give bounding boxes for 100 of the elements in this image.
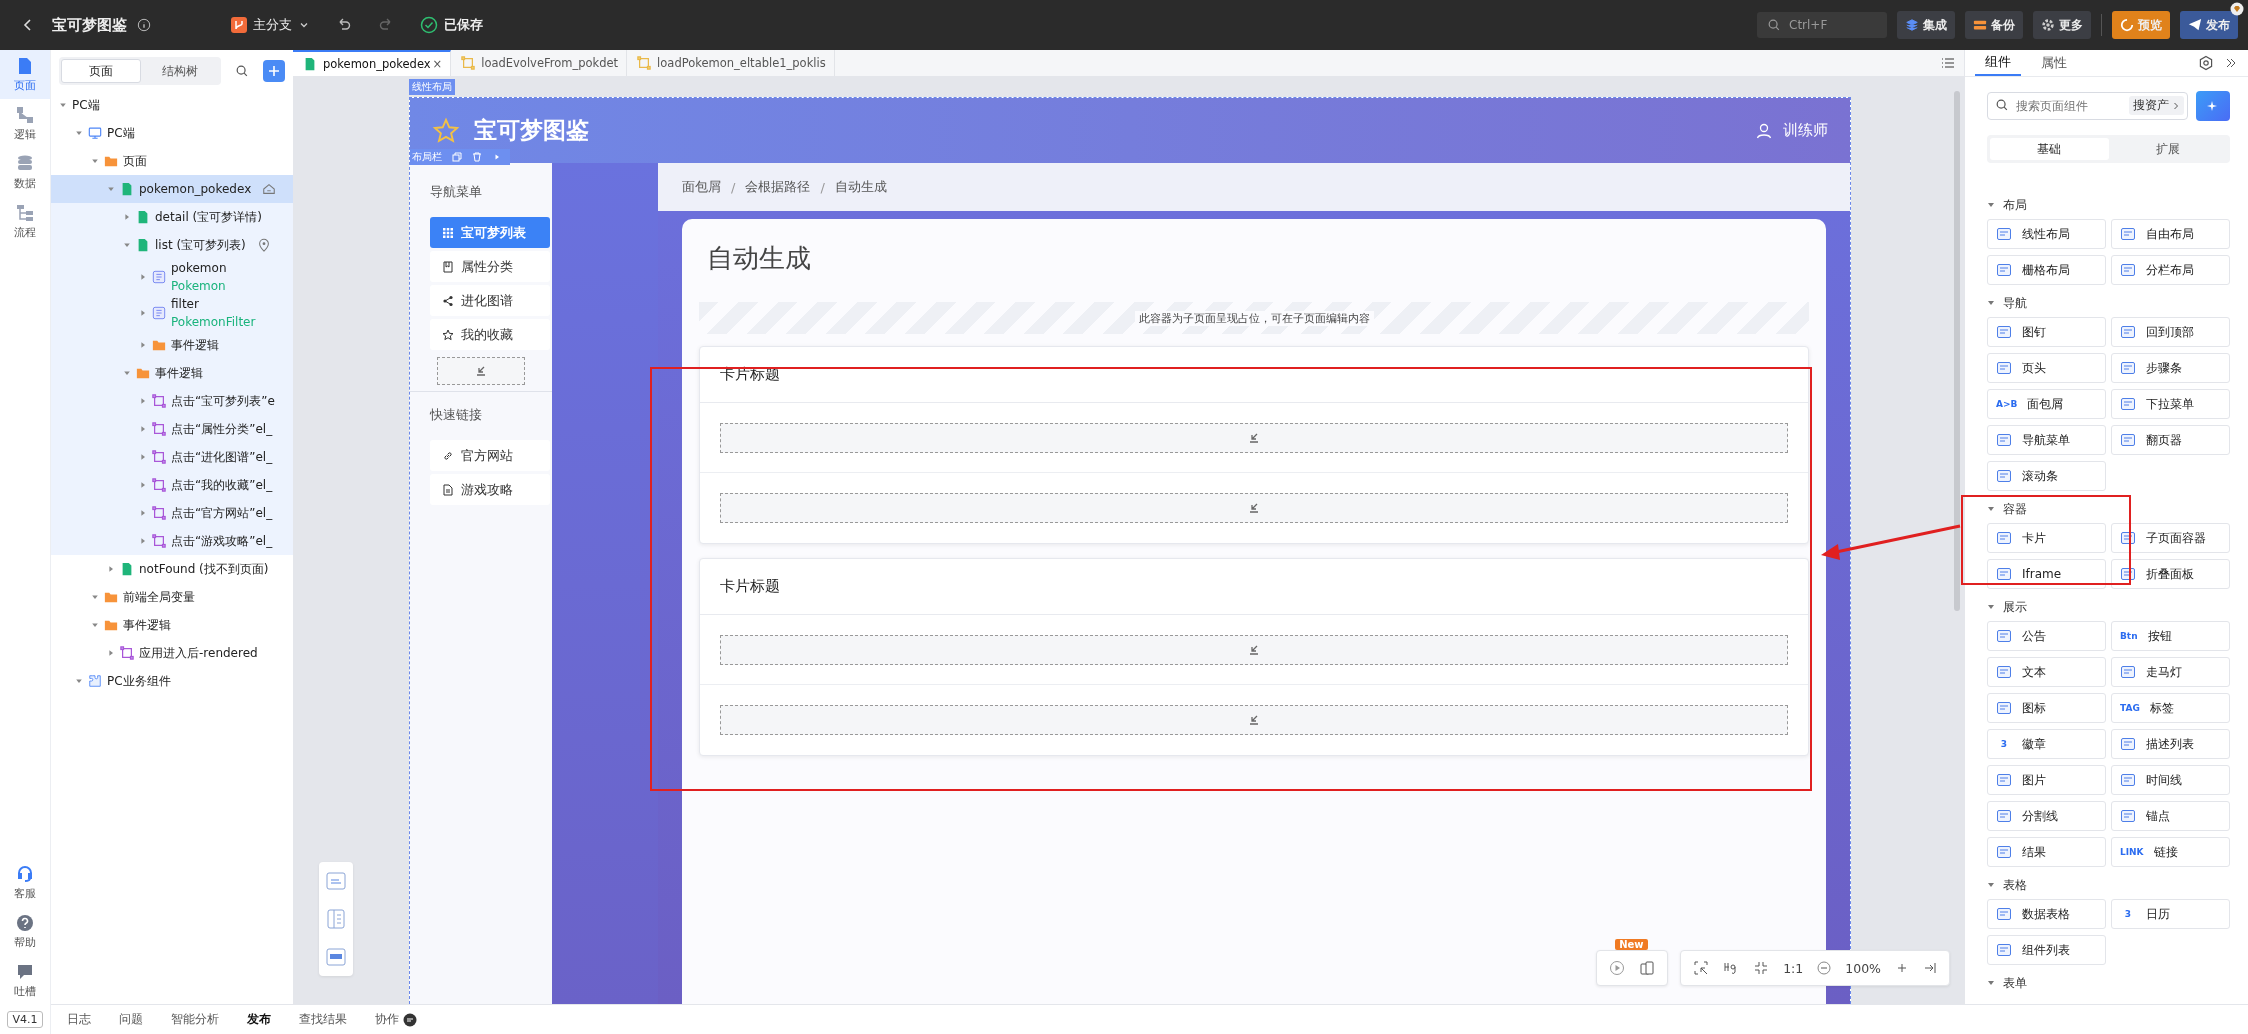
tree-item[interactable]: detail (宝可梦详情) bbox=[51, 203, 293, 231]
tree-item[interactable]: 应用进入后-rendered bbox=[51, 639, 293, 667]
component-item[interactable]: 3 徽章 bbox=[1987, 729, 2106, 759]
breadcrumb-item[interactable]: 自动生成 bbox=[834, 178, 887, 196]
component-item[interactable]: 3 日历 bbox=[2111, 899, 2230, 929]
group-header[interactable]: 布局 bbox=[1987, 191, 2230, 219]
tree-item[interactable]: 事件逻辑 bbox=[51, 359, 293, 387]
breadcrumb-item[interactable]: 会根据路径 bbox=[745, 178, 811, 196]
branch-selector[interactable]: 主分支 bbox=[231, 16, 310, 34]
component-item[interactable]: 自由布局 bbox=[2111, 219, 2230, 249]
component-item[interactable]: 数据表格 bbox=[1987, 899, 2106, 929]
activity-item[interactable]: 数据 bbox=[0, 148, 50, 197]
toolbar-button[interactable]: 集成 bbox=[1897, 11, 1955, 39]
close-tab-button[interactable]: × bbox=[432, 57, 443, 71]
search-field[interactable]: Ctrl+F bbox=[1757, 12, 1887, 38]
component-item[interactable]: 折叠面板 bbox=[2111, 559, 2230, 589]
component-item[interactable]: 组件列表 bbox=[1987, 935, 2106, 965]
component-item[interactable]: 步骤条 bbox=[2111, 353, 2230, 383]
component-item[interactable]: 页头 bbox=[1987, 353, 2106, 383]
bottom-tab[interactable]: 发布 bbox=[247, 1012, 271, 1027]
activity-item[interactable]: 页面 bbox=[0, 50, 50, 99]
tree-item[interactable]: 页面 bbox=[51, 147, 293, 175]
activity-item[interactable]: 客服 bbox=[0, 858, 50, 907]
tree-item[interactable]: filter PokemonFilter bbox=[51, 295, 293, 331]
component-item[interactable]: 卡片 bbox=[1987, 523, 2106, 553]
bottom-tab[interactable]: 协作 bbox=[375, 1012, 417, 1027]
editor-tab[interactable]: pokemon_pokedex × bbox=[293, 50, 452, 76]
panel-tab[interactable]: 属性 bbox=[2031, 50, 2077, 76]
toolbar-button[interactable]: 发布 bbox=[2180, 11, 2238, 39]
component-item[interactable]: 滚动条 bbox=[1987, 461, 2106, 491]
tree-item[interactable]: PC端 bbox=[51, 119, 293, 147]
tree-item[interactable]: PC端 bbox=[51, 91, 293, 119]
component-item[interactable]: 导航菜单 bbox=[1987, 425, 2106, 455]
panel-tab[interactable]: 页面 bbox=[61, 59, 142, 83]
component-item[interactable]: Btn 按钮 bbox=[2111, 621, 2230, 651]
component-item[interactable]: 图标 bbox=[1987, 693, 2106, 723]
tree-item[interactable]: 点击“官方网站”el_ bbox=[51, 499, 293, 527]
nav-menu-item[interactable]: 宝可梦列表 bbox=[430, 217, 550, 248]
editor-tab[interactable]: loadPokemon_eltable1_poklis bbox=[627, 50, 835, 76]
component-item[interactable]: 翻页器 bbox=[2111, 425, 2230, 455]
component-item[interactable]: A>B 面包屑 bbox=[1987, 389, 2106, 419]
component-item[interactable]: 描述列表 bbox=[2111, 729, 2230, 759]
breadcrumb-item[interactable]: 面包屑 bbox=[682, 178, 721, 196]
component-item[interactable]: 下拉菜单 bbox=[2111, 389, 2230, 419]
activity-item[interactable]: 帮助 bbox=[0, 907, 50, 956]
nav-menu-item[interactable]: 我的收藏 bbox=[430, 319, 550, 350]
bottom-tab[interactable]: 日志 bbox=[67, 1012, 91, 1027]
component-item[interactable]: 结果 bbox=[1987, 837, 2106, 867]
nav-menu-item[interactable]: 进化图谱 bbox=[430, 285, 550, 316]
tree-item[interactable]: pokemon_pokedex bbox=[51, 175, 293, 203]
tree-item[interactable]: notFound (找不到页面) bbox=[51, 555, 293, 583]
category-tab[interactable]: 扩展 bbox=[2108, 138, 2227, 160]
component-item[interactable]: Iframe bbox=[1987, 559, 2106, 589]
category-tab[interactable]: 基础 bbox=[1990, 138, 2109, 160]
asset-search-button[interactable]: 搜资产 bbox=[2129, 96, 2184, 115]
bottom-tab[interactable]: 智能分析 bbox=[171, 1012, 219, 1027]
tree-item[interactable]: 点击“属性分类”el_ bbox=[51, 415, 293, 443]
component-item[interactable]: 栅格布局 bbox=[1987, 255, 2106, 285]
component-item[interactable]: 文本 bbox=[1987, 657, 2106, 687]
group-header[interactable]: 导航 bbox=[1987, 289, 2230, 317]
actual-size-button[interactable]: 1:1 bbox=[1783, 960, 1804, 976]
tree-item[interactable]: 前端全局变量 bbox=[51, 583, 293, 611]
quick-link[interactable]: 游戏攻略 bbox=[430, 474, 550, 505]
panel-tab[interactable]: 组件 bbox=[1975, 50, 2021, 76]
nav-menu-item[interactable]: 属性分类 bbox=[430, 251, 550, 282]
toolbar-button[interactable]: 备份 bbox=[1965, 11, 2023, 39]
activity-item[interactable]: 流程 bbox=[0, 197, 50, 246]
group-header[interactable]: 表格 bbox=[1987, 871, 2230, 899]
activity-item[interactable]: 吐槽 bbox=[0, 956, 50, 1005]
component-item[interactable]: 时间线 bbox=[2111, 765, 2230, 795]
tree-item[interactable]: 点击“我的收藏”el_ bbox=[51, 471, 293, 499]
panel-tab[interactable]: 结构树 bbox=[141, 59, 220, 83]
component-item[interactable]: TAG 标签 bbox=[2111, 693, 2230, 723]
activity-item[interactable]: 逻辑 bbox=[0, 99, 50, 148]
component-item[interactable]: 走马灯 bbox=[2111, 657, 2230, 687]
editor-tab[interactable]: loadEvolveFrom_pokdet bbox=[451, 50, 628, 76]
component-item[interactable]: 锚点 bbox=[2111, 801, 2230, 831]
group-header[interactable]: 展示 bbox=[1987, 593, 2230, 621]
quick-link[interactable]: 官方网站 bbox=[430, 440, 550, 471]
component-item[interactable]: 线性布局 bbox=[1987, 219, 2106, 249]
tree-item[interactable]: 事件逻辑 bbox=[51, 611, 293, 639]
component-item[interactable]: 图钉 bbox=[1987, 317, 2106, 347]
tree-item[interactable]: 点击“游戏攻略”el_ bbox=[51, 527, 293, 555]
component-item[interactable]: 回到顶部 bbox=[2111, 317, 2230, 347]
bottom-tab[interactable]: 查找结果 bbox=[299, 1012, 347, 1027]
component-item[interactable]: 公告 bbox=[1987, 621, 2106, 651]
component-item[interactable]: 分栏布局 bbox=[2111, 255, 2230, 285]
tree-item[interactable]: 点击“宝可梦列表”e bbox=[51, 387, 293, 415]
component-item[interactable]: 子页面容器 bbox=[2111, 523, 2230, 553]
group-header[interactable]: 容器 bbox=[1987, 495, 2230, 523]
toolbar-button[interactable]: 更多 bbox=[2033, 11, 2091, 39]
bottom-tab[interactable]: 问题 bbox=[119, 1012, 143, 1027]
component-item[interactable]: LINK 链接 bbox=[2111, 837, 2230, 867]
tree-item[interactable]: list (宝可梦列表) bbox=[51, 231, 293, 259]
component-item[interactable]: 图片 bbox=[1987, 765, 2106, 795]
tree-item[interactable]: pokemon Pokemon bbox=[51, 259, 293, 295]
component-item[interactable]: 分割线 bbox=[1987, 801, 2106, 831]
tree-item[interactable]: 事件逻辑 bbox=[51, 331, 293, 359]
tree-item[interactable]: PC业务组件 bbox=[51, 667, 293, 695]
group-header[interactable]: 表单 bbox=[1987, 969, 2230, 997]
